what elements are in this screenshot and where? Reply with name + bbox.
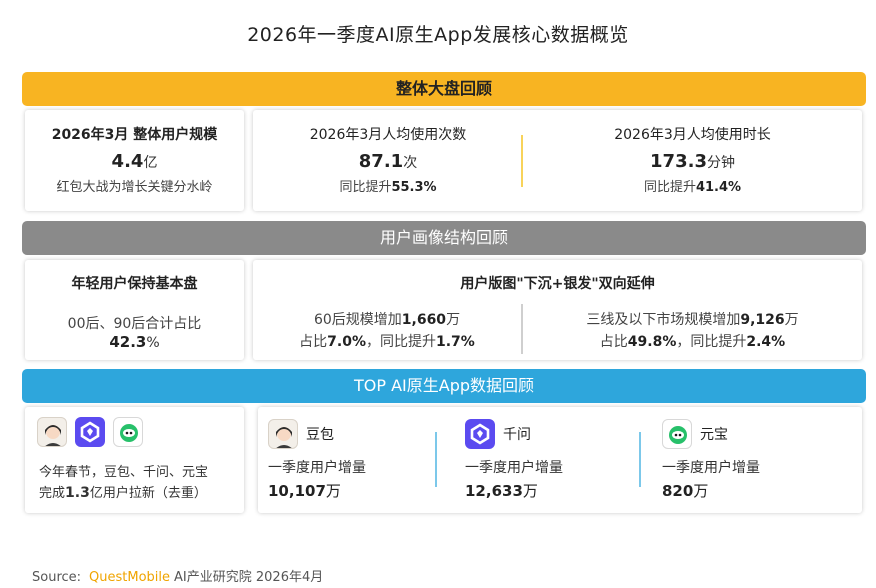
app-value: 820万: [662, 482, 709, 500]
card-total-users: 2026年3月 整体用户规模 4.4亿 红包大战为增长关键分水岭: [25, 110, 244, 211]
share-line: 占比7.0%，同比提升1.7%: [299, 334, 475, 350]
yoy-text: 同比提升55.3%: [339, 180, 437, 195]
card-user-map: 用户版图"下沉+银发"双向延伸 60后规模增加1,660万 占比7.0%，同比提…: [253, 260, 862, 360]
metric-line: 三线及以下市场规模增加9,126万: [586, 312, 799, 328]
metric-line: 60后规模增加1,660万: [313, 312, 461, 328]
app-name: 千问: [503, 427, 531, 443]
page-title: 2026年一季度AI原生App发展核心数据概览: [247, 24, 629, 46]
doubao-icon: [268, 419, 298, 449]
metric-value: 87.1次: [358, 151, 418, 172]
card-note: 红包大战为增长关键分水岭: [56, 180, 213, 195]
card-usage: 2026年3月人均使用次数 87.1次 同比提升55.3% 2026年3月人均使…: [253, 110, 862, 211]
app-yuanbao: 元宝 一季度用户增量 820万: [662, 419, 760, 501]
app-value: 12,633万: [465, 482, 538, 500]
card-title: 年轻用户保持基本盘: [71, 276, 198, 292]
yuanbao-icon: [113, 417, 144, 447]
app-doubao: 豆包 一季度用户增量 10,107万: [268, 419, 366, 501]
app-name: 豆包: [306, 427, 334, 443]
app-icon-row: [37, 417, 144, 447]
source-label: Source:: [32, 570, 82, 585]
card-top-apps: 豆包 一季度用户增量 10,107万 千问 一季度用户增量 12,633万 元宝…: [258, 407, 862, 513]
source-text: AI产业研究院 2026年4月: [174, 570, 324, 585]
yoy-text: 同比提升41.4%: [643, 180, 742, 195]
metric-value: 4.4亿: [111, 151, 158, 172]
card-title: 2026年3月 整体用户规模: [51, 127, 218, 143]
section-header-top-apps: TOP AI原生App数据回顾: [22, 369, 866, 403]
yuanbao-icon: [662, 419, 692, 449]
card-title: 用户版图"下沉+银发"双向延伸: [460, 276, 655, 292]
qianwen-icon: [75, 417, 106, 447]
divider: [639, 432, 641, 487]
summary-line: 今年春节，豆包、千问、元宝: [39, 465, 209, 480]
divider: [435, 432, 437, 487]
card-young-users: 年轻用户保持基本盘 00后、90后合计占比 42.3%: [25, 260, 244, 360]
app-metric: 一季度用户增量: [268, 460, 366, 476]
app-metric: 一季度用户增量: [662, 460, 760, 476]
doubao-icon: [37, 417, 67, 447]
app-value: 10,107万: [268, 482, 341, 500]
share-line: 占比49.8%，同比提升2.4%: [599, 334, 786, 350]
card-spring-summary: 今年春节，豆包、千问、元宝 完成1.3亿用户拉新（去重）: [25, 407, 244, 513]
card-title: 2026年3月人均使用时长: [614, 127, 771, 143]
app-name: 元宝: [700, 427, 728, 443]
card-line: 00后、90后合计占比: [67, 316, 202, 332]
section-header-overall: 整体大盘回顾: [22, 72, 866, 106]
source-line: Source: QuestMobile AI产业研究院 2026年4月: [32, 566, 323, 585]
app-qianwen: 千问 一季度用户增量 12,633万: [465, 419, 563, 501]
metric-value: 173.3分钟: [650, 151, 735, 172]
source-brand: QuestMobile: [89, 570, 171, 585]
summary-line: 完成1.3亿用户拉新（去重）: [39, 485, 207, 501]
app-metric: 一季度用户增量: [465, 460, 563, 476]
qianwen-icon: [465, 419, 495, 449]
section-header-profile: 用户画像结构回顾: [22, 221, 866, 255]
metric-value: 42.3%: [109, 333, 160, 351]
card-title: 2026年3月人均使用次数: [309, 127, 467, 143]
